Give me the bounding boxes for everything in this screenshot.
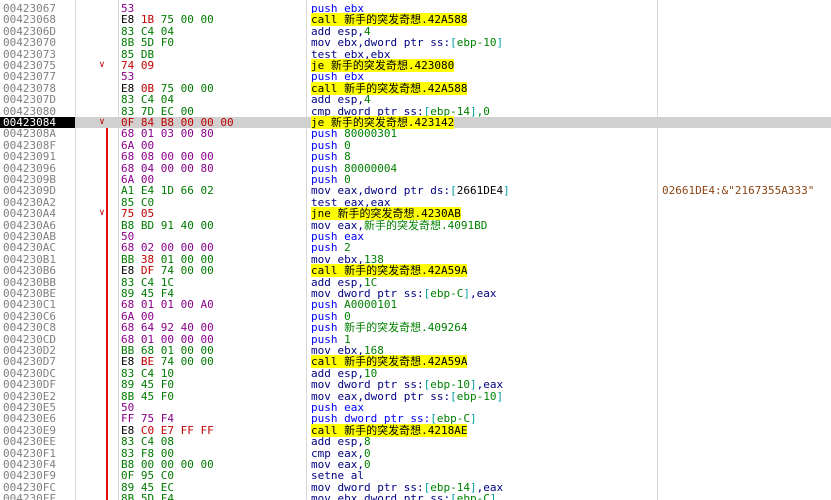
row-instruction: push 新手的突发奇想.409264 [311, 322, 656, 333]
instruction-token: ] [496, 389, 504, 403]
row-address: 00423091 [3, 150, 56, 164]
row-bytes: B8 BD 91 40 00 [121, 218, 301, 232]
instruction-token: ] [489, 492, 497, 500]
row-address: 00423070 [3, 36, 56, 50]
row-address: 004230C8 [3, 321, 56, 335]
instruction-token: 80000301 [344, 127, 398, 141]
instruction-token: [ [450, 492, 457, 500]
instruction-token: ] [463, 287, 470, 300]
jump-arrow-icon: ∨ [99, 208, 105, 219]
jump-arrow-icon: ∨ [99, 117, 105, 127]
instruction-token: 80000004 [344, 161, 398, 175]
instruction-token: 2661DE4 [456, 184, 504, 198]
instruction-row[interactable]: 004230FF 8B 5D F4 mov ebx,dword ptr ss:[eb… [0, 493, 831, 500]
disassembly-view[interactable]: 00423067 53 push ebx 00423068 E8 1B 75 00 00… [0, 0, 831, 500]
instruction-token: ebp-10 [456, 389, 497, 403]
instruction-token: 0 [363, 458, 371, 471]
instruction-token: [ [450, 36, 457, 50]
row-instruction: push 80000004 [311, 161, 656, 175]
row-instruction: mov ebx,dword ptr ss:[ebp-C] [311, 493, 656, 500]
row-comment: 02661DE4:&"2167355A333" [662, 184, 815, 198]
instruction-token: 新手的突发奇想.4091BD [363, 218, 488, 232]
row-bytes: 74 09 [121, 60, 301, 71]
row-instruction: push 80000301 [311, 128, 656, 139]
instruction-token: ebp-C [456, 492, 490, 500]
row-address: 004230EE [3, 435, 56, 449]
instruction-token: mov ebx,dword ptr ss: [311, 492, 451, 500]
row-address: 004230FF [3, 492, 56, 500]
instruction-token: 新手的突发奇想.409264 [344, 321, 468, 335]
instruction-token: ebp-C [430, 287, 464, 300]
row-instruction: push 0 [311, 140, 656, 151]
instruction-token: ,eax [469, 287, 497, 300]
byte-group: B8 BD 91 40 00 [121, 218, 214, 232]
row-address: 004230A4 [3, 207, 56, 221]
instruction-token: ] [469, 104, 477, 118]
instruction-token: ,0 [476, 104, 490, 118]
row-address: 0042307D [3, 93, 56, 107]
jump-arrow-icon: ∨ [99, 60, 105, 70]
instruction-token: ebp-10 [456, 36, 497, 50]
instruction-token: ] [469, 412, 477, 426]
row-bytes: 8B 5D F4 [121, 493, 301, 500]
instruction-token: ] [496, 36, 504, 50]
row-instruction: push eax [311, 231, 656, 242]
instruction-token: [ [450, 184, 457, 198]
row-address: 004230B6 [3, 264, 56, 278]
instruction-token: A0000101 [344, 298, 398, 312]
instruction-token: ] [503, 184, 510, 198]
instruction-token: [ [450, 389, 457, 403]
row-instruction: push A0000101 [311, 299, 656, 310]
row-address: 004230DF [3, 378, 56, 392]
byte-group: 8B 5D F4 [121, 492, 174, 500]
row-bytes: 8B 45 F0 [121, 390, 301, 402]
